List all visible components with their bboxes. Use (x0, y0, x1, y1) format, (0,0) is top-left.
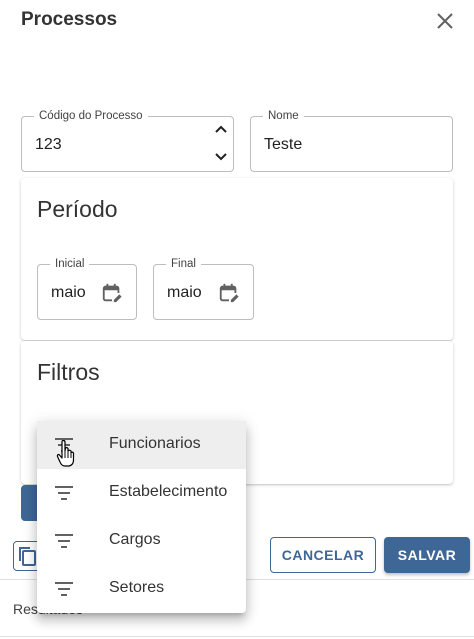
codigo-processo-field[interactable]: Código do Processo 123 (21, 109, 234, 172)
menu-item-estabelecimento[interactable]: Estabelecimento (37, 469, 246, 517)
add-filter-button[interactable] (21, 485, 37, 521)
data-inicial-label: Inicial (50, 257, 90, 271)
stepper-down-icon[interactable] (214, 151, 228, 163)
periodo-title: Período (37, 196, 118, 222)
calendar-edit-icon[interactable] (101, 282, 123, 304)
calendar-edit-icon[interactable] (218, 282, 240, 304)
data-final-label: Final (166, 257, 201, 271)
cancel-button[interactable]: CANCELAR (270, 537, 376, 573)
stepper-up-icon[interactable] (214, 123, 228, 135)
data-final-value: maio (167, 284, 202, 301)
menu-item-funcionarios[interactable]: Funcionarios (37, 421, 246, 469)
nome-field[interactable]: Nome Teste (250, 109, 453, 172)
divider (0, 636, 474, 637)
menu-item-label: Estabelecimento (109, 483, 228, 500)
periodo-card: Período Inicial maio Final maio (21, 178, 453, 340)
filter-icon (55, 486, 73, 500)
data-inicial-field[interactable]: Inicial maio (37, 257, 137, 320)
codigo-processo-label: Código do Processo (34, 109, 148, 123)
menu-item-label: Setores (109, 579, 165, 596)
filtros-title: Filtros (37, 359, 100, 385)
close-button[interactable] (433, 9, 457, 33)
menu-item-setores[interactable]: Setores (37, 565, 246, 613)
close-icon (437, 13, 453, 29)
nome-value: Teste (264, 136, 303, 153)
codigo-processo-value: 123 (35, 136, 62, 153)
filter-menu: Funcionarios Estabelecimento Cargos Seto… (37, 421, 246, 613)
page-title: Processos (21, 9, 118, 30)
menu-item-cargos[interactable]: Cargos (37, 517, 246, 565)
data-final-field[interactable]: Final maio (153, 257, 254, 320)
menu-item-label: Cargos (109, 531, 161, 548)
save-button[interactable]: SALVAR (384, 537, 470, 573)
filter-icon (55, 534, 73, 548)
data-inicial-value: maio (51, 284, 86, 301)
menu-item-label: Funcionarios (109, 435, 201, 452)
filter-icon (55, 582, 73, 596)
filter-icon (55, 438, 73, 452)
nome-label: Nome (263, 109, 304, 123)
